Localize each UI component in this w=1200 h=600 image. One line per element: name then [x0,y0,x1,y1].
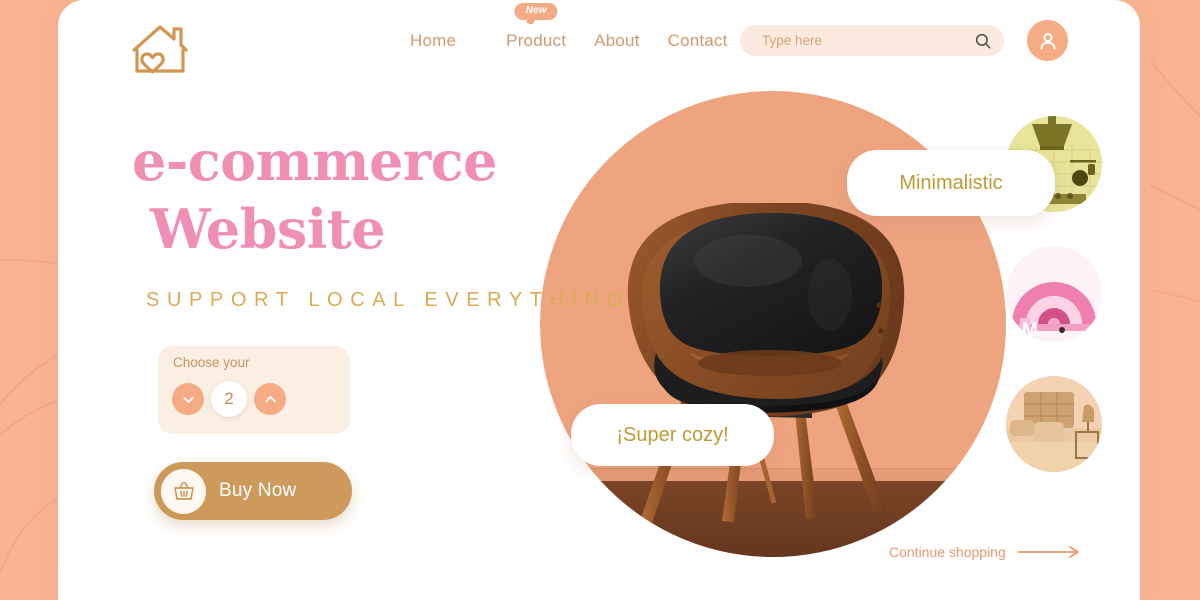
site-header: Home New Product About Contact [58,0,1140,86]
quantity-decrement-button[interactable] [172,383,204,415]
continue-shopping-label: Continue shopping [889,544,1006,560]
quantity-chooser: Choose your 2 [158,346,350,434]
page-title: e-commerce Website [132,128,497,263]
thumbnail-bedroom[interactable] [1006,376,1102,472]
nav-item-home[interactable]: Home [410,28,456,51]
chooser-label: Choose your [173,355,250,370]
page-card: Home New Product About Contact Type here… [58,0,1140,600]
quantity-stepper: 2 [172,381,286,417]
chevron-up-icon [264,395,276,402]
buy-now-label: Buy Now [219,480,297,501]
nav-label-product: Product [506,31,567,50]
basket-icon-circle [161,468,206,514]
nav-label-about: About [594,31,640,50]
title-line-1: e-commerce [132,129,497,193]
house-heart-logo[interactable] [128,20,192,78]
search-icon[interactable] [974,32,992,50]
product-chair-image [627,203,905,523]
shopping-basket-icon [173,481,194,500]
search-input[interactable] [762,33,974,48]
title-line-2: Website [150,196,386,261]
quantity-increment-button[interactable] [254,383,286,415]
user-icon [1040,32,1055,49]
svg-text:M: M [1022,320,1038,341]
buy-now-button[interactable]: Buy Now [154,462,352,520]
nav-item-contact[interactable]: Contact [668,28,728,51]
nav-label-home: Home [410,31,457,50]
continue-shopping-link[interactable]: Continue shopping [889,544,1082,560]
main-navigation: Home New Product About Contact [410,3,728,51]
search-bar[interactable] [740,25,1004,56]
chevron-down-icon [182,396,194,403]
pill-super-cozy-label: ¡Super cozy! [616,423,729,446]
nav-label-contact: Contact [667,31,728,50]
nav-item-product[interactable]: New Product [506,3,567,51]
tagline: SUPPORT LOCAL EVERYTHING [146,289,630,311]
avatar[interactable] [1027,20,1068,61]
nav-item-about[interactable]: About [594,28,639,51]
thumbnail-rainbow-decor[interactable]: M [1006,246,1102,342]
pill-minimalistic-label: Minimalistic [899,171,1003,194]
arrow-right-icon [1017,546,1079,558]
new-badge: New [514,3,558,20]
pill-minimalistic[interactable]: Minimalistic [847,150,1055,216]
quantity-value[interactable]: 2 [211,381,247,417]
pill-super-cozy[interactable]: ¡Super cozy! [571,404,774,466]
